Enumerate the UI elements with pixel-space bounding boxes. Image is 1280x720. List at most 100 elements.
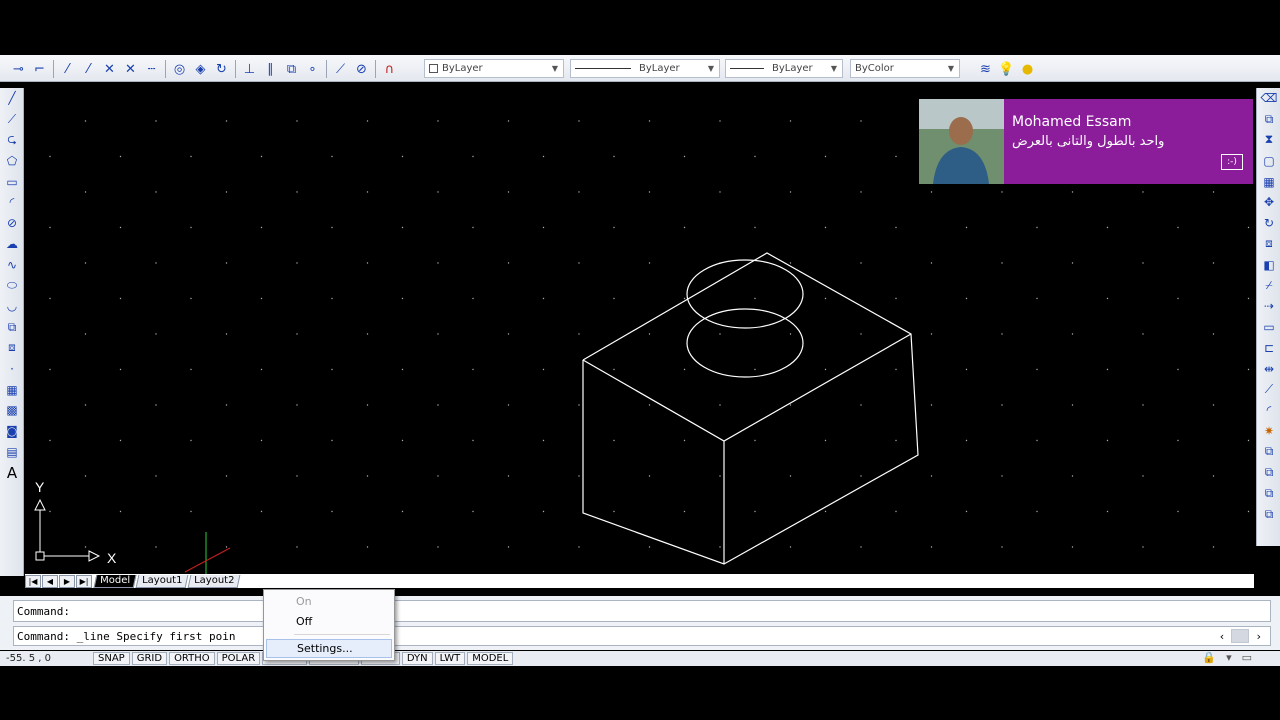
none-icon[interactable]: ⊘ [351, 59, 372, 80]
ortho-toggle[interactable]: ORTHO [169, 652, 215, 665]
next-tab-icon[interactable]: ▶ [59, 574, 75, 588]
construction-line-icon[interactable]: ⟋ [0, 109, 24, 130]
break-at-point-icon[interactable]: ▭ [1257, 317, 1280, 338]
draworder-above-icon[interactable]: ⧉ [1257, 483, 1280, 504]
circle-icon[interactable]: ⊘ [0, 213, 24, 234]
arc-icon[interactable]: ◜ [0, 192, 24, 213]
menu-item-off[interactable]: Off [266, 612, 392, 631]
draworder-back-icon[interactable]: ⧉ [1257, 462, 1280, 483]
tab-layout1[interactable]: Layout1 [135, 574, 189, 588]
chat-notification[interactable]: Mohamed Essam واحد بالطول والتانى بالعرض… [919, 99, 1253, 184]
explode-icon[interactable]: ✷ [1257, 421, 1280, 442]
last-tab-icon[interactable]: ▶| [76, 574, 92, 588]
chevron-down-icon[interactable]: ▼ [828, 62, 840, 75]
ellipse-arc-icon[interactable]: ◡ [0, 296, 24, 317]
chevron-down-icon[interactable]: ▼ [945, 62, 957, 75]
plotstyle-combo[interactable]: ByColor ▼ [850, 59, 960, 78]
apparent-intersection-icon[interactable]: ✕ [120, 59, 141, 80]
layer-combo[interactable]: ByLayer ▼ [424, 59, 564, 78]
point-icon[interactable]: · [0, 358, 24, 379]
status-menu-icon[interactable]: ▾ [1226, 651, 1232, 664]
scroll-left-icon[interactable]: ‹ [1219, 630, 1226, 643]
rotate-icon[interactable]: ↻ [1257, 213, 1280, 234]
array-icon[interactable]: ▦ [1257, 171, 1280, 192]
grid-dot [824, 510, 827, 513]
move-icon[interactable]: ✥ [1257, 192, 1280, 213]
perpendicular-icon[interactable]: ⊥ [239, 59, 260, 80]
grid-toggle[interactable]: GRID [131, 652, 168, 665]
draworder-below-icon[interactable]: ⧉ [1257, 504, 1280, 525]
command-scrollbar[interactable]: ‹ › [1219, 627, 1262, 645]
snap-from-icon[interactable]: ⌐ [29, 59, 50, 80]
command-line[interactable]: Command: _line Specify first poin ‹ › [13, 626, 1271, 646]
nearest-icon[interactable]: ⟋ [330, 59, 351, 80]
break-icon[interactable]: ⊏ [1257, 338, 1280, 359]
offset-icon[interactable]: ▢ [1257, 150, 1280, 171]
quadrant-icon[interactable]: ◈ [190, 59, 211, 80]
stretch-icon[interactable]: ◧ [1257, 254, 1280, 275]
grid-dot [49, 510, 51, 513]
draworder-front-icon[interactable]: ⧉ [1257, 442, 1280, 463]
insert-icon[interactable]: ⧉ [281, 59, 302, 80]
revision-cloud-icon[interactable]: ☁ [0, 234, 24, 255]
spline-icon[interactable]: ∿ [0, 254, 24, 275]
osnap-context-menu: On Off Settings... [263, 589, 395, 661]
midpoint-icon[interactable]: ⁄ [78, 59, 99, 80]
chevron-down-icon[interactable]: ▼ [705, 62, 717, 75]
layer-on-icon[interactable]: 💡 [996, 59, 1017, 80]
toolbar-lock-icon[interactable]: 🔒 [1202, 651, 1216, 664]
scroll-right-icon[interactable]: › [1255, 630, 1262, 643]
lwt-toggle[interactable]: LWT [434, 652, 466, 665]
table-icon[interactable]: ▤ [0, 442, 24, 463]
lineweight-combo[interactable]: ByLayer ▼ [725, 59, 843, 78]
linetype-combo[interactable]: ByLayer ▼ [570, 59, 720, 78]
make-block-icon[interactable]: ⧈ [0, 338, 24, 359]
erase-icon[interactable]: ⌫ [1257, 88, 1280, 109]
join-icon[interactable]: ⇹ [1257, 358, 1280, 379]
insert-block-icon[interactable]: ⧉ [0, 317, 24, 338]
clean-screen-icon[interactable]: ▭ [1242, 651, 1252, 664]
gradient-icon[interactable]: ▩ [0, 400, 24, 421]
node-icon[interactable]: ∘ [302, 59, 323, 80]
rectangle-icon[interactable]: ▭ [0, 171, 24, 192]
parallel-icon[interactable]: ∥ [260, 59, 281, 80]
layer-thaw-icon[interactable]: ● [1017, 59, 1038, 80]
extend-icon[interactable]: ⇢ [1257, 296, 1280, 317]
prev-tab-icon[interactable]: ◀ [42, 574, 58, 588]
snap-toggle[interactable]: SNAP [93, 652, 130, 665]
status-bar: -55. 5 , 0 SNAP GRID ORTHO POLAR OSNAP O… [0, 651, 1280, 666]
layer-manager-icon[interactable]: ≋ [975, 59, 996, 80]
chevron-down-icon[interactable]: ▼ [549, 62, 561, 75]
multiline-text-icon[interactable]: A [0, 462, 24, 483]
endpoint-icon[interactable]: ⁄ [57, 59, 78, 80]
polyline-icon[interactable]: ⮎ [0, 130, 24, 151]
menu-item-on[interactable]: On [266, 592, 392, 611]
intersection-icon[interactable]: ✕ [99, 59, 120, 80]
model-toggle[interactable]: MODEL [467, 652, 514, 665]
first-tab-icon[interactable]: |◀ [25, 574, 41, 588]
grid-dot [578, 120, 580, 122]
center-icon[interactable]: ◎ [169, 59, 190, 80]
temporary-track-icon[interactable]: ⊸ [8, 59, 29, 80]
copy-icon[interactable]: ⧉ [1257, 109, 1280, 130]
chamfer-icon[interactable]: ⟋ [1257, 379, 1280, 400]
osnap-settings-icon[interactable]: ∩ [379, 59, 400, 80]
dyn-toggle[interactable]: DYN [401, 652, 433, 665]
polygon-icon[interactable]: ⬠ [0, 150, 24, 171]
menu-item-settings[interactable]: Settings... [266, 639, 392, 658]
extension-icon[interactable]: ┄ [141, 59, 162, 80]
line-icon[interactable]: ╱ [0, 88, 24, 109]
fillet-icon[interactable]: ◜ [1257, 400, 1280, 421]
polar-toggle[interactable]: POLAR [216, 652, 261, 665]
tangent-icon[interactable]: ↻ [211, 59, 232, 80]
region-icon[interactable]: ◙ [0, 421, 24, 442]
ellipse-icon[interactable]: ⬭ [0, 275, 24, 296]
trim-icon[interactable]: ⌿ [1257, 275, 1280, 296]
scroll-thumb[interactable] [1231, 629, 1250, 643]
mirror-icon[interactable]: ⧗ [1257, 130, 1280, 151]
scale-icon[interactable]: ⧈ [1257, 234, 1280, 255]
ucs-origin [35, 551, 45, 561]
tab-layout2[interactable]: Layout2 [188, 574, 242, 588]
hatch-icon[interactable]: ▦ [0, 379, 24, 400]
tab-model[interactable]: Model [93, 574, 137, 588]
